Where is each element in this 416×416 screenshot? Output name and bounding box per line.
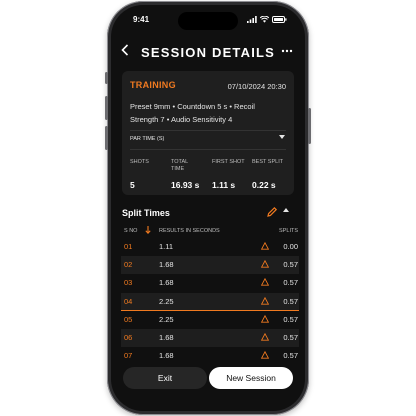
shot-split: 0.00 — [283, 242, 298, 251]
split-times-heading: Split Times — [122, 208, 170, 218]
wifi-icon — [260, 16, 269, 23]
preset-details: Preset 9mm • Countdown 5 s • Recoil Stre… — [130, 100, 288, 126]
stat-label-first-shot: FIRST SHOT — [212, 159, 245, 165]
split-times-table: 01 1.11 0.00 02 1.68 0.57 03 1.68 0.57 0… — [121, 238, 299, 365]
pencil-icon — [267, 206, 278, 217]
shot-result: 1.68 — [159, 332, 174, 342]
chevron-down-icon[interactable] — [279, 135, 285, 141]
shot-result: 2.25 — [159, 296, 174, 306]
table-row[interactable]: 05 2.25 0.57 — [121, 311, 299, 329]
chevron-up-icon — [283, 208, 289, 212]
warning-triangle-icon — [261, 351, 269, 359]
par-time-dropdown[interactable]: PAR TIME (S) — [130, 136, 164, 142]
status-bar: 9:41 — [111, 15, 305, 29]
session-date: 07/10/2024 20:30 — [227, 82, 286, 91]
shot-split: 0.57 — [283, 314, 298, 324]
shot-number: 02 — [124, 260, 133, 270]
table-row[interactable]: 07 1.68 0.57 — [121, 347, 299, 365]
warning-triangle-icon — [261, 296, 269, 305]
warning-triangle-icon — [261, 242, 269, 250]
power-button — [308, 108, 311, 144]
mute-switch — [105, 72, 108, 84]
shot-number: 03 — [124, 278, 133, 288]
shot-split: 0.57 — [283, 332, 298, 342]
session-type-tag: TRAINING — [130, 80, 176, 90]
volume-down-button — [105, 126, 108, 150]
shot-number: 07 — [124, 351, 133, 361]
shot-result: 2.25 — [159, 314, 174, 324]
header: SESSION DETAILS — [111, 38, 305, 64]
preset-line-1: Preset 9mm • Countdown 5 s • Recoil — [130, 102, 255, 111]
page-title: SESSION DETAILS — [140, 45, 276, 60]
status-icons — [247, 16, 287, 23]
column-header-results: RESULTS IN SECONDS — [159, 228, 220, 234]
battery-icon — [272, 16, 287, 23]
stat-value-best-split: 0.22 s — [252, 180, 276, 190]
sort-button[interactable] — [145, 226, 151, 236]
shot-split: 0.57 — [283, 351, 298, 361]
column-header-splits: SPLITS — [279, 228, 298, 234]
table-row[interactable]: 02 1.68 0.57 — [121, 256, 299, 275]
stat-value-shots: 5 — [130, 180, 135, 190]
warning-triangle-icon — [261, 278, 269, 287]
status-time: 9:41 — [133, 15, 150, 24]
stat-label-best-split: BEST SPLIT — [252, 159, 284, 165]
app-screen: 9:41 SESSION DETAILS TRAINING 07/10/2024… — [111, 5, 305, 411]
stat-value-first-shot: 1.11 s — [212, 180, 236, 190]
sort-arrow-icon — [145, 226, 151, 235]
table-row[interactable]: 01 1.11 0.00 — [121, 238, 299, 256]
shot-number: 04 — [124, 296, 133, 306]
shot-result: 1.68 — [159, 351, 174, 361]
stat-value-total-time: 16.93 s — [171, 180, 200, 190]
new-session-button[interactable]: New Session — [209, 367, 293, 389]
column-header-no: S NO — [124, 228, 138, 234]
warning-triangle-icon — [261, 332, 269, 341]
warning-triangle-icon — [261, 260, 269, 268]
session-summary-card: TRAINING 07/10/2024 20:30 Preset 9mm • C… — [122, 71, 294, 195]
more-icon — [281, 49, 293, 53]
divider — [130, 130, 286, 131]
shot-number: 06 — [124, 332, 133, 342]
shot-split: 0.57 — [283, 278, 298, 288]
signal-icon — [247, 16, 257, 23]
edit-button[interactable] — [266, 205, 278, 217]
shot-number: 05 — [124, 314, 133, 324]
preset-line-2: Strength 7 • Audio Sensitivity 4 — [130, 115, 233, 124]
shot-number: 01 — [124, 242, 133, 251]
exit-button[interactable]: Exit — [123, 367, 207, 389]
table-row[interactable]: 04 2.25 0.57 — [121, 292, 299, 311]
divider — [130, 149, 286, 150]
table-row[interactable]: 03 1.68 0.57 — [121, 274, 299, 292]
stat-label-total-time: TOTAL TIME — [171, 159, 189, 172]
shot-result: 1.68 — [159, 278, 174, 288]
shot-result: 1.68 — [159, 260, 174, 270]
shot-split: 0.57 — [283, 260, 298, 270]
warning-triangle-icon — [261, 314, 269, 323]
table-row[interactable]: 06 1.68 0.57 — [121, 328, 299, 348]
more-button[interactable] — [281, 42, 293, 56]
stat-label-shots: SHOTS — [130, 159, 149, 165]
volume-up-button — [105, 96, 108, 120]
collapse-button[interactable] — [283, 208, 289, 214]
shot-split: 0.57 — [283, 296, 298, 306]
shot-result: 1.11 — [159, 242, 174, 251]
